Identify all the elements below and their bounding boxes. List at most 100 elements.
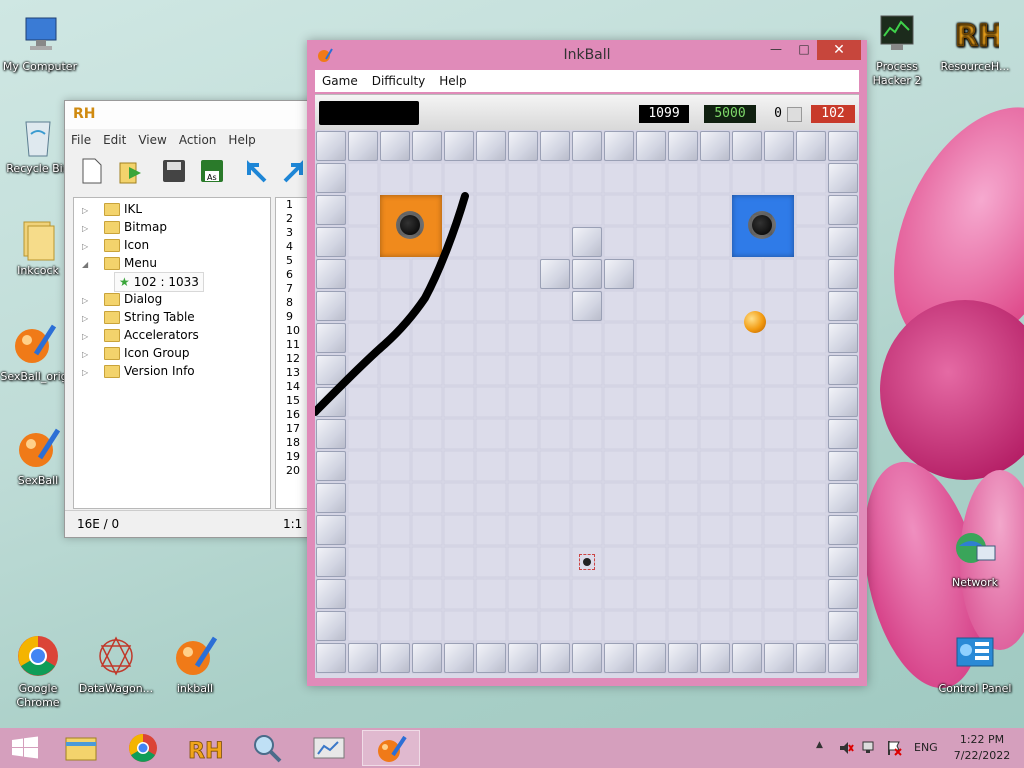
taskbar-file-explorer[interactable] [52, 730, 110, 766]
title-bar[interactable]: RH [65, 101, 315, 129]
tree-node-label: Dialog [124, 292, 163, 306]
folder-icon [104, 329, 120, 342]
desktop-icon-network[interactable]: Network [935, 526, 1015, 590]
menu-bar: Game Difficulty Help [315, 70, 859, 92]
player-score: 102 [811, 105, 855, 123]
windows-logo-icon [12, 736, 38, 759]
tree-node-label: Bitmap [124, 220, 167, 234]
menu-game[interactable]: Game [315, 70, 365, 92]
network-status-icon[interactable] [862, 740, 878, 756]
tree-node[interactable]: ★ 102 : 1033 [114, 272, 204, 292]
open-file-button[interactable] [117, 157, 143, 185]
ball-slot-icon [787, 107, 802, 122]
clock-date[interactable]: 7/22/2022 [950, 749, 1014, 762]
menu-help[interactable]: Help [222, 129, 261, 151]
tree-node[interactable]: ▷ Version Info [82, 362, 195, 380]
taskbar-chrome[interactable] [114, 730, 172, 766]
folder-icon [14, 214, 62, 262]
svg-text:RH: RH [188, 739, 223, 764]
desktop-icon-resource-hacker[interactable]: RH ResourceH... [935, 10, 1015, 74]
desktop-icon-control-panel[interactable]: Control Panel [935, 632, 1015, 696]
minimize-button[interactable]: — [763, 42, 789, 62]
app-logo: RH [73, 106, 96, 122]
action-center-flag-icon[interactable] [886, 740, 902, 756]
menu-help[interactable]: Help [432, 70, 473, 92]
tree-node-label: 102 : 1033 [133, 275, 199, 289]
close-button[interactable]: ✕ [817, 40, 861, 60]
speaker-muted-icon[interactable] [838, 740, 854, 756]
desktop-icon-inkball[interactable]: inkball [155, 632, 235, 696]
folder-icon [104, 203, 120, 216]
taskbar-inkball[interactable] [362, 730, 420, 766]
menu-action[interactable]: Action [173, 129, 223, 151]
tree-node[interactable]: ▷ Bitmap [82, 218, 167, 236]
arrow-forward-icon [283, 160, 303, 183]
menu-view[interactable]: View [132, 129, 172, 151]
desktop-icon-google-chrome[interactable]: Google Chrome [0, 632, 78, 710]
title-bar[interactable]: InkBall — □ ✕ [307, 40, 867, 70]
save-as-button[interactable]: As [199, 157, 225, 185]
target-score: 5000 [704, 105, 756, 123]
inkball-icon [378, 735, 407, 762]
desktop-icon-label: Control Panel [938, 682, 1012, 695]
folder-icon [104, 311, 120, 324]
desktop-icon-label: Process Hacker 2 [872, 60, 922, 87]
toolbar: As [65, 151, 315, 191]
resource-hacker-icon: RH [188, 739, 224, 765]
status-cursor: 1:1 [283, 517, 303, 531]
taskbar-resource-hacker[interactable]: RH [176, 730, 234, 766]
tree-node-label: IKL [124, 202, 143, 216]
network-icon [951, 526, 999, 574]
maximize-button[interactable]: □ [791, 42, 817, 62]
inkball-icon [10, 320, 58, 368]
datawagon-icon [92, 632, 140, 680]
clock-time[interactable]: 1:22 PM [954, 733, 1010, 746]
tree-node-label: Version Info [124, 364, 195, 378]
new-file-icon [82, 158, 102, 184]
desktop-icon-label: My Computer [2, 60, 78, 73]
forward-button[interactable] [281, 157, 307, 185]
svg-text:As: As [207, 173, 217, 182]
tree-node[interactable]: ▷ Icon Group [82, 344, 189, 362]
tree-node[interactable]: ◢ Menu [82, 254, 157, 272]
show-hidden-icons-icon[interactable]: ▲ [816, 740, 823, 750]
save-button[interactable] [161, 157, 187, 185]
balls-count: 0 [774, 106, 782, 121]
back-button[interactable] [243, 157, 269, 185]
recycle-bin-icon [14, 112, 62, 160]
desktop-icon-label: inkball [176, 682, 214, 695]
start-button[interactable] [0, 730, 58, 766]
game-board[interactable] [315, 130, 859, 678]
menu-file[interactable]: File [65, 129, 97, 151]
desktop-icon-label: Network [952, 576, 998, 589]
tree-node[interactable]: ▷ Icon [82, 236, 149, 254]
expand-arrow-icon[interactable]: ▷ [82, 364, 92, 382]
resource-hacker-icon: RH [951, 10, 1004, 58]
language-indicator[interactable]: ENG [914, 741, 938, 754]
status-offset: 16E / 0 [77, 517, 120, 531]
tree-node[interactable]: ▷ Dialog [82, 290, 162, 308]
tree-node[interactable]: ▷ String Table [82, 308, 195, 326]
desktop-icon-my-computer[interactable]: My Computer [0, 10, 80, 74]
time-counter: 1099 [639, 105, 689, 123]
folder-icon [104, 347, 120, 360]
folder-icon [104, 365, 120, 378]
tree-node[interactable]: ▷ IKL [82, 200, 142, 218]
computer-icon [16, 10, 64, 58]
resource-tree[interactable]: ▷ IKL ▷ Bitmap ▷ Icon ◢ Menu ★ 102 : 1033 ▷ Dialog ▷… [73, 197, 271, 509]
menu-difficulty[interactable]: Difficulty [365, 70, 433, 92]
desktop-icon-label: DataWagon... [78, 682, 154, 695]
folder-icon [104, 239, 120, 252]
taskbar: RH ▲ ENG 1:22 PM 7/22/2022 [0, 728, 1024, 768]
collapse-arrow-icon[interactable]: ◢ [82, 256, 92, 274]
taskbar-search[interactable] [238, 730, 296, 766]
desktop-icon-datawagon[interactable]: DataWagon... [76, 632, 156, 696]
menu-edit[interactable]: Edit [97, 129, 132, 151]
resource-hacker-window[interactable]: RH File Edit View Action Help As ▷ IKL ▷ Bitmap… [64, 100, 317, 538]
desktop-icon-sexball-orig[interactable]: SexBall_orig [0, 320, 74, 384]
menu-bar: File Edit View Action Help [65, 129, 315, 151]
taskbar-presentation[interactable] [300, 730, 358, 766]
desktop-icon-process-hacker[interactable]: Process Hacker 2 [857, 10, 937, 88]
new-file-button[interactable] [79, 157, 105, 185]
tree-node[interactable]: ▷ Accelerators [82, 326, 199, 344]
